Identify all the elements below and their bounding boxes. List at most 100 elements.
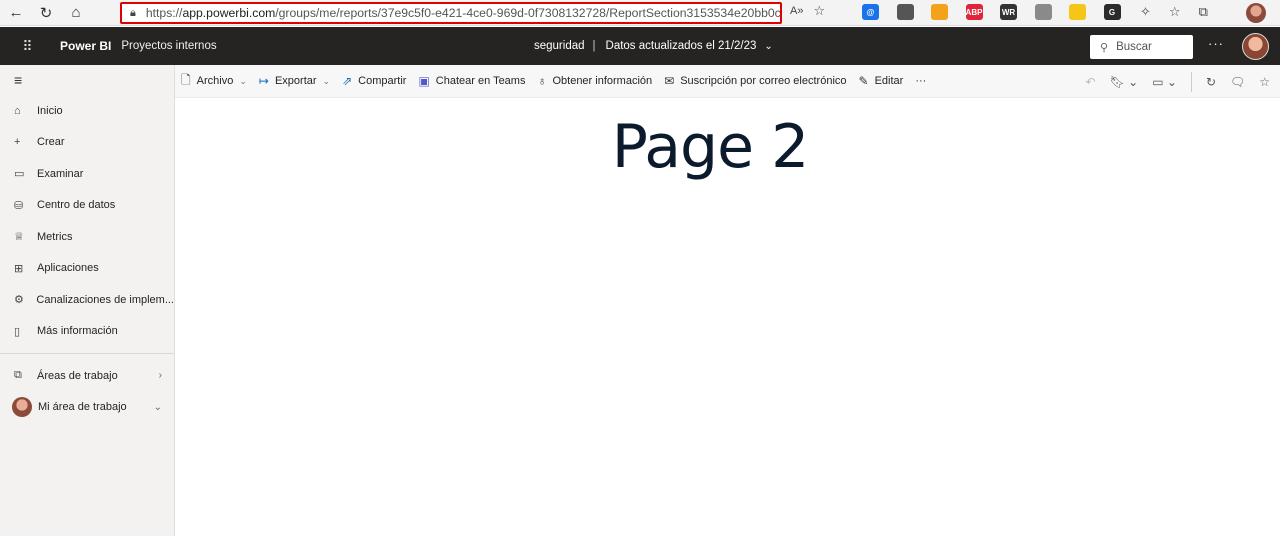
nav-icon: +: [14, 136, 21, 149]
my-workspace-avatar: [12, 397, 32, 418]
nav-item-my-workspace[interactable]: Mi área de trabajo ⌄: [0, 392, 174, 424]
nav-item-label: Crear: [37, 136, 65, 149]
gpt-icon[interactable]: G: [1103, 4, 1121, 20]
nav-icon: ⌂: [14, 104, 21, 117]
undo-icon[interactable]: ↶: [1086, 75, 1096, 89]
toolbar-divider: [1190, 71, 1192, 92]
sidebar-item-centro-de-datos[interactable]: ⛁ Centro de datos: [0, 190, 174, 222]
ext-yellow-icon[interactable]: [1069, 4, 1086, 20]
teams-chat-button[interactable]: ▣ Chatear en Teams: [418, 74, 525, 88]
lock-icon: 🔒︎: [130, 6, 136, 19]
extensions-bar: @ ABP WR G: [862, 4, 1138, 20]
nav-item-workspaces[interactable]: ⧉ Áreas de trabajo ›: [0, 360, 174, 392]
workspace-name[interactable]: Proyectos internos: [121, 40, 216, 52]
nav-divider: [0, 353, 174, 354]
comment-icon[interactable]: 🗨︎: [1230, 75, 1245, 89]
file-icon: 🗋︎: [181, 72, 191, 87]
nav-icon: ⛁: [14, 199, 24, 212]
url-host: app.powerbi.com: [182, 6, 276, 20]
app-launcher-icon[interactable]: ⠿: [0, 38, 56, 55]
refresh-info[interactable]: Datos actualizados el 21/2/23: [606, 40, 757, 52]
back-icon[interactable]: ←: [2, 1, 30, 25]
collections-icon[interactable]: ⧉: [1199, 4, 1208, 20]
at-icon[interactable]: @: [862, 4, 879, 20]
url-path: /groups/me/reports/37e9c5f0-e421-4ce0-96…: [275, 6, 782, 20]
sidebar-item-metrics[interactable]: ♕ Metrics: [0, 221, 174, 253]
refresh-visuals-icon[interactable]: ↻: [1206, 75, 1216, 89]
nav-item-label: Áreas de trabajo: [37, 369, 118, 382]
sidebar-item-inicio[interactable]: ⌂ Inicio: [0, 95, 174, 127]
share-label: Compartir: [358, 75, 407, 87]
subscribe-label: Suscripción por correo electrónico: [680, 75, 847, 87]
nav-item-label: Centro de datos: [37, 199, 116, 212]
refresh-icon[interactable]: ↻: [32, 1, 60, 25]
nav-item-label: Examinar: [37, 167, 84, 180]
wr-icon[interactable]: WR: [1000, 4, 1017, 20]
report-canvas[interactable]: Page 2: [175, 98, 1280, 536]
chevron-down-icon[interactable]: ⌄: [764, 41, 772, 52]
lightbulb-icon: ♁: [537, 74, 547, 88]
page-title: Page 2: [611, 112, 810, 182]
nav-item-label: Metrics: [37, 230, 73, 243]
sidebar-item-canalizaciones-de-implem[interactable]: ⚙ Canalizaciones de implem...: [0, 284, 174, 316]
chevron-right-icon: ›: [158, 370, 162, 382]
more-toolbar-button[interactable]: ···: [915, 75, 926, 87]
favorites-icon[interactable]: ☆: [1169, 4, 1181, 20]
insights-button[interactable]: ♁ Obtener información: [537, 74, 652, 88]
read-aloud-icon[interactable]: A»: [790, 5, 803, 17]
share-button[interactable]: ⇗ Compartir: [342, 74, 406, 88]
teams-label: Chatear en Teams: [435, 75, 526, 87]
report-toolbar: 🗋︎ Archivo ⌄ ↦ Exportar ⌄ ⇗ Compartir ▣ …: [175, 65, 1280, 98]
ext-dark-icon[interactable]: [896, 4, 914, 20]
view-icon[interactable]: ▭ ⌄: [1152, 75, 1177, 89]
hamburger-menu-icon[interactable]: ≡: [0, 65, 174, 95]
ext-orange-icon[interactable]: [931, 4, 948, 20]
nav-item-label: Canalizaciones de implem...: [36, 293, 174, 306]
nav-item-label: Inicio: [37, 104, 63, 117]
edit-button[interactable]: ✎ Editar: [859, 74, 904, 88]
nav-icon: ▭: [14, 168, 25, 181]
nav-icon: ⚙: [14, 294, 24, 307]
bookmark-icon[interactable]: 🔖︎ ⌄: [1110, 75, 1139, 89]
brand-name[interactable]: Power BI: [60, 39, 111, 53]
ext-gray-icon[interactable]: [1034, 4, 1052, 20]
browser-toolbar: ← ↻ ⌂ 🔒︎ https://app.powerbi.com/groups/…: [0, 0, 1280, 26]
extensions-icon[interactable]: ✧: [1140, 4, 1151, 20]
nav-icon: ⊞: [14, 262, 24, 275]
chevron-down-icon: ⌄: [322, 75, 331, 86]
file-menu-label: Archivo: [196, 75, 234, 87]
home-icon[interactable]: ⌂: [62, 1, 90, 25]
sidebar-item-más-información[interactable]: ▯ Más información: [0, 316, 174, 348]
nav-item-label: Más información: [37, 325, 118, 338]
sidebar-item-aplicaciones[interactable]: ⊞ Aplicaciones: [0, 253, 174, 285]
file-menu-button[interactable]: 🗋︎ Archivo ⌄: [181, 71, 247, 92]
powerbi-header: ⠿ Power BI Proyectos internos seguridad …: [0, 27, 1280, 65]
more-options-icon[interactable]: ···: [1208, 36, 1224, 51]
browser-profile-avatar[interactable]: [1246, 3, 1266, 23]
search-icon: ⚲: [1100, 41, 1109, 54]
chevron-down-icon: ⌄: [239, 75, 247, 86]
subscribe-button[interactable]: ✉ Suscripción por correo electrónico: [664, 74, 846, 88]
sidebar-item-crear[interactable]: + Crear: [0, 127, 174, 159]
teams-icon: ▣: [418, 74, 430, 88]
pencil-icon: ✎: [858, 74, 869, 88]
sidebar-item-examinar[interactable]: ▭ Examinar: [0, 158, 174, 190]
report-name: seguridad: [534, 40, 585, 52]
favorite-add-icon[interactable]: ☆: [813, 3, 825, 19]
favorite-icon[interactable]: ☆: [1259, 75, 1270, 89]
export-menu-button[interactable]: ↦ Exportar ⌄: [259, 74, 330, 88]
edit-label: Editar: [874, 75, 904, 87]
search-placeholder: Buscar: [1116, 41, 1152, 53]
nav-item-label: Mi área de trabajo: [38, 401, 127, 414]
more-icon: ···: [915, 75, 927, 87]
nav-icon: ▯: [14, 325, 21, 338]
abp-icon[interactable]: ABP: [965, 4, 983, 20]
mail-icon: ✉: [664, 74, 675, 88]
insights-label: Obtener información: [552, 75, 653, 87]
search-input[interactable]: ⚲ Buscar: [1090, 35, 1193, 59]
export-icon: ↦: [258, 74, 269, 88]
nav-icon: ♕: [14, 231, 24, 244]
address-bar[interactable]: 🔒︎ https://app.powerbi.com/groups/me/rep…: [120, 2, 782, 24]
share-icon: ⇗: [342, 74, 353, 88]
user-avatar[interactable]: [1242, 33, 1269, 60]
